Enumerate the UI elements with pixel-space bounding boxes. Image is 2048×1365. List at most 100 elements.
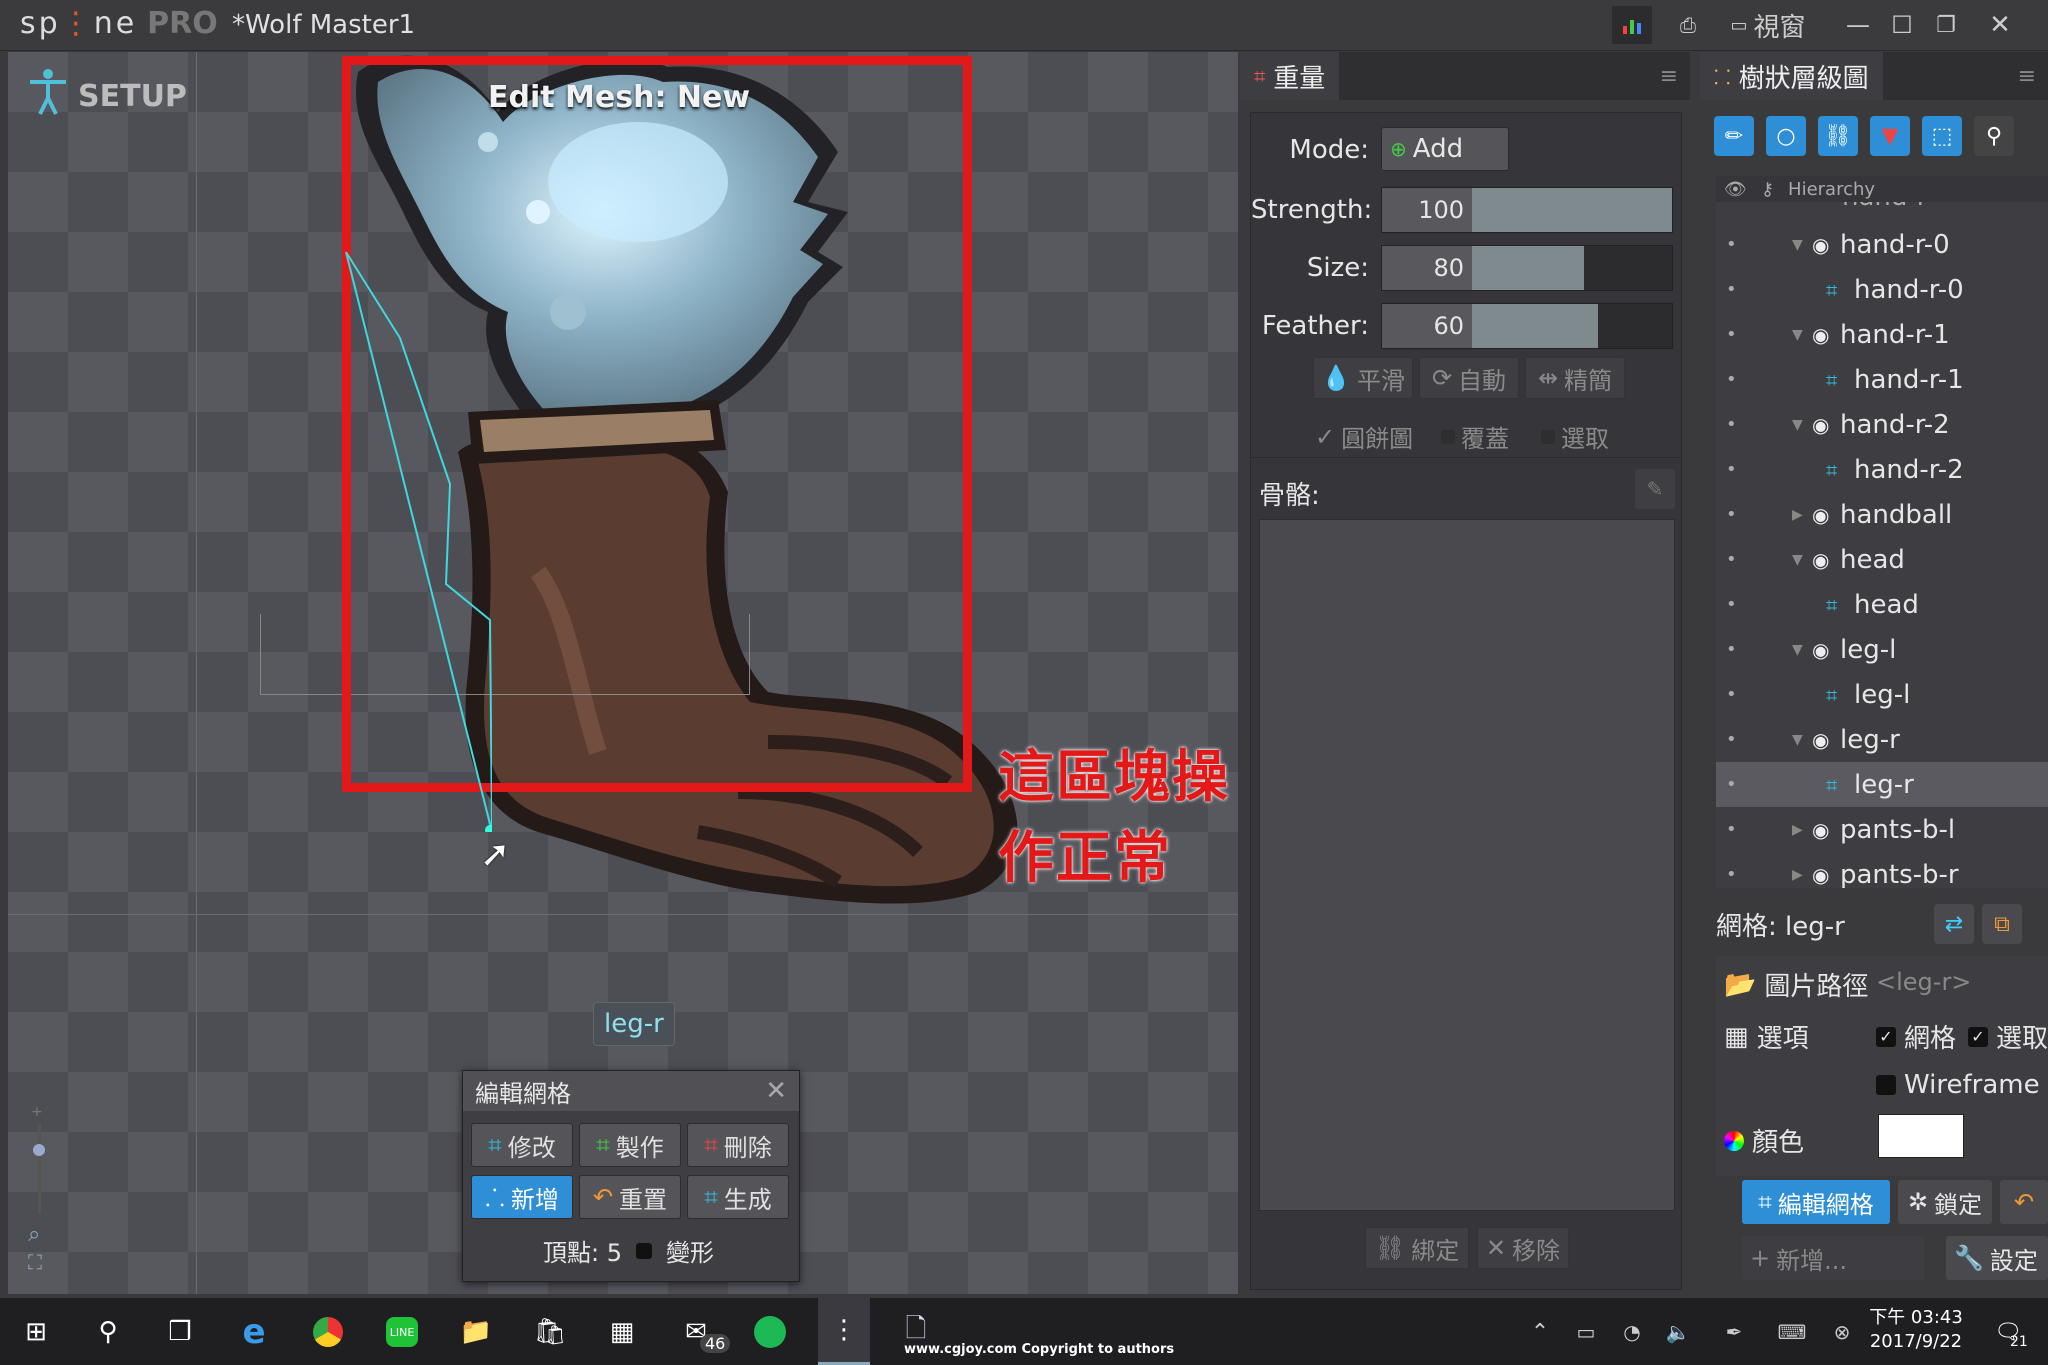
dialog-header[interactable]: 編輯網格 ✕ — [463, 1071, 799, 1111]
spine-taskbar-icon[interactable]: ⋮ — [818, 1298, 870, 1365]
filter-icon[interactable]: ▼ — [1870, 116, 1910, 156]
print-icon[interactable]: ⎙ — [1670, 6, 1706, 44]
settings-button[interactable]: 🔧 設定 — [1946, 1236, 2048, 1280]
maximize-button[interactable]: ☐ — [1882, 6, 1922, 44]
tree-row[interactable]: • ▼ ◉ hand-r-2 — [1716, 402, 2048, 447]
line-icon[interactable]: LINE — [380, 1310, 424, 1354]
calculator-icon[interactable]: ▦ — [600, 1310, 644, 1354]
expand-arrow-icon[interactable]: ▶ — [1792, 822, 1803, 838]
copy-icon[interactable]: ⧉ — [1982, 904, 2022, 944]
smooth-button[interactable]: 💧 平滑 — [1313, 357, 1413, 399]
wireframe-checkbox[interactable]: Wireframe — [1876, 1070, 2040, 1100]
collapse-arrow-icon[interactable]: ▼ — [1792, 552, 1803, 568]
dialog-close-icon[interactable]: ✕ — [765, 1076, 787, 1106]
auto-button[interactable]: ⟳ 自動 — [1419, 357, 1519, 399]
mode-dropdown[interactable]: ⊕ Add — [1381, 127, 1509, 171]
tree-row[interactable]: • ⌗ head — [1716, 582, 2048, 627]
edge-icon[interactable]: e — [232, 1310, 276, 1354]
tree-row[interactable]: • ▼ ◉ head — [1716, 537, 2048, 582]
volume-icon[interactable]: 🔈 — [1656, 1310, 1700, 1354]
keyboard-icon[interactable]: ⌨ — [1770, 1310, 1814, 1354]
new-attachment-button[interactable]: + 新增... — [1742, 1236, 1924, 1280]
delete-button[interactable]: ⌗ 刪除 — [687, 1123, 789, 1167]
visibility-dot-icon[interactable]: • — [1726, 414, 1737, 435]
zoom-handle[interactable] — [33, 1144, 45, 1156]
bone-pick-icon[interactable]: ✎ — [1635, 469, 1675, 509]
feather-value[interactable]: 60 — [1382, 304, 1472, 348]
link-tool-icon[interactable]: ⛓ — [1818, 116, 1858, 156]
hierarchy-tree[interactable]: hand-r •▼◉hand-r-0•⌗hand-r-0•▼◉hand-r-1•… — [1716, 202, 2048, 888]
tree-row[interactable]: • ⌗ leg-l — [1716, 672, 2048, 717]
collapse-arrow-icon[interactable]: ▼ — [1792, 417, 1803, 433]
lock-button[interactable]: ✲ 鎖定 — [1898, 1180, 1992, 1224]
tree-row[interactable]: • ▼ ◉ hand-r-0 — [1716, 222, 2048, 267]
visibility-dot-icon[interactable]: • — [1726, 234, 1737, 255]
undo-icon[interactable]: ↶ — [2000, 1180, 2048, 1224]
zoom-in-icon[interactable]: + — [31, 1104, 43, 1120]
tree-row[interactable]: • ⌗ leg-r — [1716, 762, 2048, 807]
zoom-search-icon[interactable]: ⌕ — [28, 1222, 40, 1247]
find-icon[interactable]: ⚲ — [1974, 116, 2014, 156]
bind-button[interactable]: ⛓ 綁定 — [1365, 1227, 1469, 1269]
pen-icon[interactable]: ✒ — [1712, 1310, 1756, 1354]
size-value[interactable]: 80 — [1382, 246, 1472, 290]
tree-row[interactable]: • ▶ ◉ pants-b-l — [1716, 807, 2048, 852]
new-vertex-button[interactable]: ⸫ 新增 — [471, 1175, 573, 1219]
wifi-icon[interactable]: ◔ — [1610, 1310, 1654, 1354]
setup-mode-indicator[interactable]: SETUP — [28, 68, 187, 124]
tree-row[interactable]: • ⌗ hand-r-2 — [1716, 447, 2048, 492]
expand-arrow-icon[interactable]: ▶ — [1792, 867, 1803, 883]
strength-value[interactable]: 100 — [1382, 188, 1472, 232]
visibility-dot-icon[interactable]: • — [1726, 639, 1737, 660]
start-icon[interactable]: ⊞ — [14, 1310, 58, 1354]
modify-button[interactable]: ⌗ 修改 — [471, 1123, 573, 1167]
bones-list[interactable] — [1259, 519, 1675, 1211]
frame-tool-icon[interactable]: ⬚ — [1922, 116, 1962, 156]
feather-slider[interactable]: 60 — [1381, 303, 1673, 349]
create-button[interactable]: ⌗ 製作 — [579, 1123, 681, 1167]
view-menu[interactable]: ▭ 視窗 — [1718, 6, 1818, 44]
strength-slider[interactable]: 100 — [1381, 187, 1673, 233]
spotify-icon[interactable] — [748, 1310, 792, 1354]
visibility-dot-icon[interactable]: • — [1726, 549, 1737, 570]
tray-expand-icon[interactable]: ⌃ — [1518, 1310, 1562, 1354]
collapse-arrow-icon[interactable]: ▼ — [1792, 327, 1803, 343]
collapse-arrow-icon[interactable]: ▼ — [1792, 237, 1803, 253]
tree-row[interactable]: • ▼ ◉ leg-r — [1716, 717, 2048, 762]
visibility-dot-icon[interactable]: • — [1726, 774, 1737, 795]
image-path-value[interactable]: <leg-r> — [1876, 968, 1971, 996]
restore-button[interactable]: ❐ — [1926, 6, 1966, 44]
mesh-checkbox[interactable]: ✓ 網格 — [1876, 1018, 1956, 1055]
collapse-arrow-icon[interactable]: ▼ — [1792, 732, 1803, 748]
tree-tab[interactable]: ⸬ 樹狀層級圖 — [1700, 52, 1883, 100]
visibility-dot-icon[interactable]: • — [1726, 504, 1737, 525]
status-icon[interactable]: ⊗ — [1820, 1310, 1864, 1354]
panel-menu-icon[interactable]: ≡ — [1660, 64, 1690, 89]
visibility-dot-icon[interactable]: • — [1726, 729, 1737, 750]
visibility-dot-icon[interactable]: • — [1726, 279, 1737, 300]
tree-row[interactable]: • ▼ ◉ hand-r-1 — [1716, 312, 2048, 357]
deform-checkbox[interactable] — [635, 1242, 652, 1259]
edit-mesh-button[interactable]: ⌗ 編輯網格 — [1742, 1180, 1890, 1224]
circle-tool-icon[interactable]: ○ — [1766, 116, 1806, 156]
pen-tool-icon[interactable]: ✏ — [1714, 116, 1754, 156]
visibility-dot-icon[interactable]: • — [1726, 819, 1737, 840]
chrome-icon[interactable] — [306, 1310, 350, 1354]
tree-row[interactable]: • ⌗ hand-r-0 — [1716, 267, 2048, 312]
tree-row[interactable]: • ▶ ◉ pants-b-r — [1716, 852, 2048, 889]
visibility-dot-icon[interactable]: • — [1726, 594, 1737, 615]
generate-button[interactable]: ⌗ 生成 — [687, 1175, 789, 1219]
color-swatch[interactable] — [1878, 1114, 1964, 1158]
pie-chart-checkbox[interactable]: ✓ 圓餅圖 — [1315, 419, 1413, 454]
fit-view-icon[interactable]: ⛶ — [28, 1250, 42, 1274]
weights-tab[interactable]: ⌗ 重量 — [1240, 52, 1340, 100]
visibility-dot-icon[interactable]: • — [1726, 864, 1737, 885]
visibility-dot-icon[interactable]: • — [1726, 369, 1737, 390]
minimize-button[interactable]: — — [1838, 6, 1878, 44]
tree-row-partial[interactable]: hand-r — [1716, 202, 2048, 219]
remove-button[interactable]: ✕ 移除 — [1477, 1227, 1569, 1269]
zoom-track[interactable] — [38, 1124, 41, 1214]
tree-row[interactable]: • ▼ ◉ leg-l — [1716, 627, 2048, 672]
overlay-checkbox[interactable]: 覆蓋 — [1441, 419, 1509, 454]
prune-button[interactable]: ⇹ 精簡 — [1525, 357, 1625, 399]
